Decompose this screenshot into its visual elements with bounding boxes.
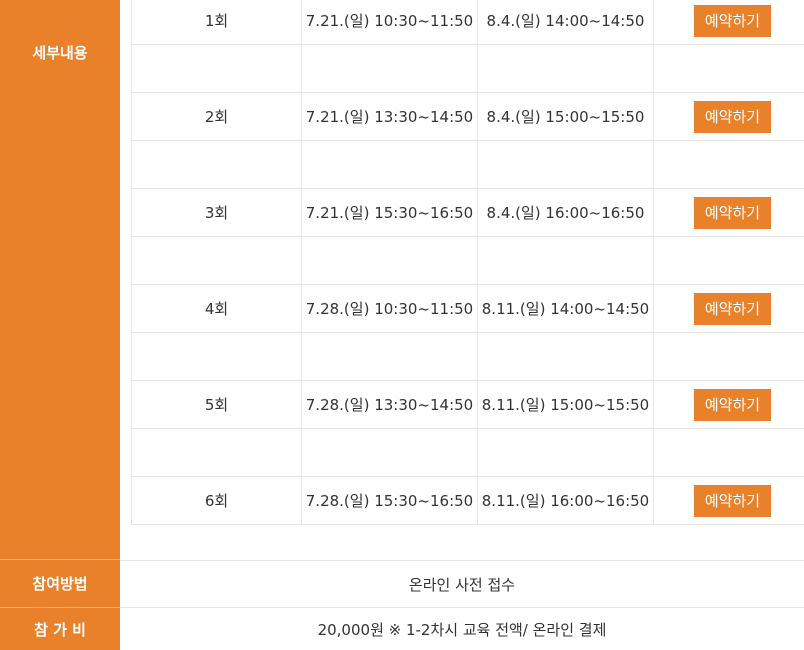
first-session-time: 7.28.(일) 15:30~16:50 [301, 476, 478, 525]
reserve-cell: 예약하기 [653, 284, 804, 333]
table-row: 3회 7.21.(일) 15:30~16:50 8.4.(일) 16:00~16… [131, 188, 804, 237]
reserve-cell: 예약하기 [653, 380, 804, 429]
fee-value: 20,000원 ※ 1-2차시 교육 전액/ 온라인 결제 [317, 620, 607, 639]
table-spacer-row [131, 44, 804, 93]
second-session-time: 8.4.(일) 14:00~14:50 [477, 0, 654, 45]
table-row: 2회 7.21.(일) 13:30~14:50 8.4.(일) 15:00~15… [131, 92, 804, 141]
table-spacer-row [131, 140, 804, 189]
table-spacer-row [131, 332, 804, 381]
method-label-cell: 참여방법 [0, 560, 120, 608]
first-session-time: 7.21.(일) 10:30~11:50 [301, 0, 478, 45]
reserve-button-5[interactable]: 예약하기 [693, 388, 772, 421]
session-number: 4회 [131, 284, 302, 333]
detail-label-cell: 세부내용 [0, 0, 120, 560]
table-row: 1회 7.21.(일) 10:30~11:50 8.4.(일) 14:00~14… [131, 0, 804, 45]
reserve-button-6[interactable]: 예약하기 [693, 484, 772, 517]
schedule-table: 1회 7.21.(일) 10:30~11:50 8.4.(일) 14:00~14… [131, 0, 804, 525]
second-session-time: 8.4.(일) 16:00~16:50 [477, 188, 654, 237]
method-value: 온라인 사전 접수 [408, 575, 516, 594]
detail-label: 세부내용 [32, 44, 88, 62]
reserve-cell: 예약하기 [653, 188, 804, 237]
second-session-time: 8.11.(일) 14:00~14:50 [477, 284, 654, 333]
reserve-button-1[interactable]: 예약하기 [693, 4, 772, 37]
table-row: 4회 7.28.(일) 10:30~11:50 8.11.(일) 14:00~1… [131, 284, 804, 333]
first-session-time: 7.21.(일) 13:30~14:50 [301, 92, 478, 141]
second-session-time: 8.11.(일) 16:00~16:50 [477, 476, 654, 525]
session-number: 2회 [131, 92, 302, 141]
reserve-button-4[interactable]: 예약하기 [693, 292, 772, 325]
reserve-cell: 예약하기 [653, 92, 804, 141]
method-value-cell: 온라인 사전 접수 [120, 560, 804, 608]
session-number: 5회 [131, 380, 302, 429]
reserve-button-3[interactable]: 예약하기 [693, 196, 772, 229]
table-spacer-row [131, 236, 804, 285]
second-session-time: 8.11.(일) 15:00~15:50 [477, 380, 654, 429]
fee-value-cell: 20,000원 ※ 1-2차시 교육 전액/ 온라인 결제 [120, 608, 804, 650]
session-number: 6회 [131, 476, 302, 525]
session-number: 3회 [131, 188, 302, 237]
fee-label-cell: 참 가 비 [0, 608, 120, 650]
table-row: 6회 7.28.(일) 15:30~16:50 8.11.(일) 16:00~1… [131, 476, 804, 525]
method-label: 참여방법 [32, 575, 88, 593]
reserve-cell: 예약하기 [653, 0, 804, 45]
session-number: 1회 [131, 0, 302, 45]
table-row: 5회 7.28.(일) 13:30~14:50 8.11.(일) 15:00~1… [131, 380, 804, 429]
reserve-button-2[interactable]: 예약하기 [693, 100, 772, 133]
first-session-time: 7.21.(일) 15:30~16:50 [301, 188, 478, 237]
schedule-body: 1회 7.21.(일) 10:30~11:50 8.4.(일) 14:00~14… [131, 0, 804, 525]
second-session-time: 8.4.(일) 15:00~15:50 [477, 92, 654, 141]
fee-label: 참 가 비 [34, 620, 86, 639]
program-info-page: 세부내용 참여방법 참 가 비 1회 7.21.(일) 10:30~11:50 … [0, 0, 804, 650]
first-session-time: 7.28.(일) 10:30~11:50 [301, 284, 478, 333]
first-session-time: 7.28.(일) 13:30~14:50 [301, 380, 478, 429]
table-spacer-row [131, 428, 804, 477]
reserve-cell: 예약하기 [653, 476, 804, 525]
